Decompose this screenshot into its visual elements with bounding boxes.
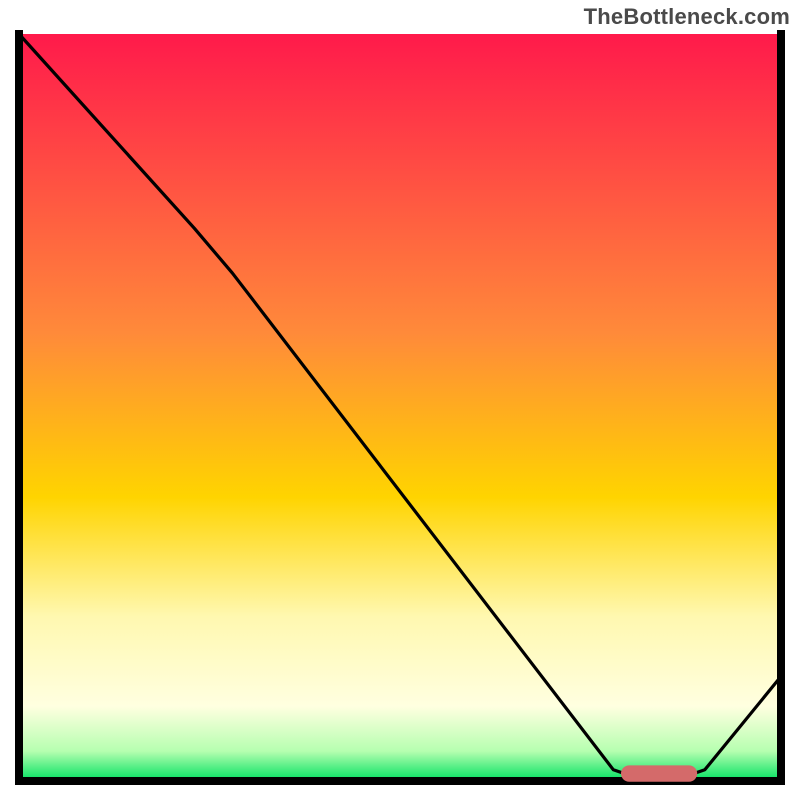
watermark-text: TheBottleneck.com — [584, 4, 790, 30]
gradient-background — [19, 34, 781, 781]
chart-svg — [0, 0, 800, 800]
optimal-range-marker — [621, 765, 697, 781]
bottleneck-chart: TheBottleneck.com — [0, 0, 800, 800]
